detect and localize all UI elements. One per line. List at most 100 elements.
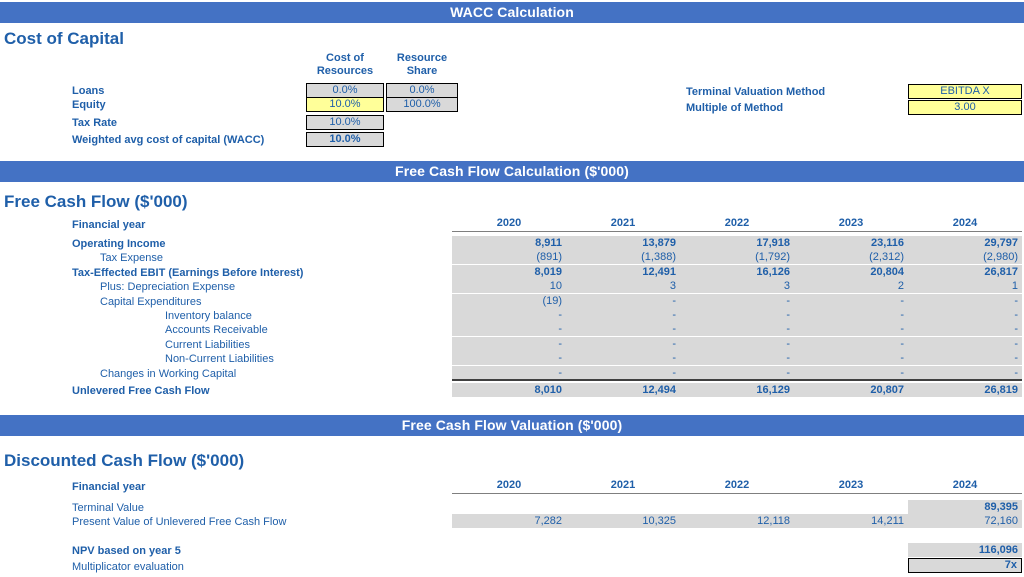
fcf-cell-r3-c2: 3 (680, 279, 794, 293)
input-multiple-of-method[interactable]: 3.00 (908, 100, 1022, 115)
fcf-row-label-tax-effected-ebit-earnings-before-interest: Tax-Effected EBIT (Earnings Before Inter… (72, 267, 304, 279)
column-header-cost-of-resources: Cost of Resources (306, 52, 384, 78)
fcf-row-label-operating-income: Operating Income (72, 238, 166, 250)
cell-equity-resource-share: 100.0% (386, 97, 458, 112)
cell-equity-cost-of-resources[interactable]: 10.0% (306, 97, 384, 112)
fcf-year-header-2020: 2020 (496, 217, 522, 229)
dcf-multiplicator-cell-c4: 7x (908, 558, 1022, 573)
column-header-resource-share-line2: Share (406, 65, 438, 77)
banner-free-cash-flow-calculation: Free Cash Flow Calculation ($'000) (0, 161, 1024, 182)
cost-of-capital-label-wacc: Weighted avg cost of capital (WACC) (72, 134, 265, 146)
fcf-cell-r5-c1: - (566, 308, 680, 322)
fcf-cell-r0-c4: 29,797 (908, 236, 1022, 250)
fcf-financial-year-label: Financial year (72, 219, 146, 231)
cost-of-capital-label-tax-rate: Tax Rate (72, 117, 118, 129)
fcf-cell-r0-c1: 13,879 (566, 236, 680, 250)
banner-wacc-calculation: WACC Calculation (0, 2, 1024, 23)
fcf-cell-r3-c1: 3 (566, 279, 680, 293)
fcf-row-label-current-liabilities: Current Liabilities (165, 339, 250, 351)
fcf-cell-r6-c0: - (452, 322, 566, 336)
dcf-pv-cell-c3: 14,211 (794, 514, 908, 528)
fcf-cell-r4-c4: - (908, 294, 1022, 308)
fcf-cell-r6-c1: - (566, 322, 680, 336)
fcf-cell-r7-c1: - (566, 337, 680, 351)
dcf-year-header-2021: 2021 (610, 479, 636, 491)
fcf-cell-r4-c2: - (680, 294, 794, 308)
fcf-row-label-non-current-liabilities: Non-Current Liabilities (165, 353, 274, 365)
fcf-cell-r8-c3: - (794, 351, 908, 365)
fcf-cell-r7-c3: - (794, 337, 908, 351)
column-header-resource-share: Resource Share (386, 52, 458, 78)
dcf-terminal-value-label: Terminal Value (72, 502, 144, 514)
fcf-cell-r7-c2: - (680, 337, 794, 351)
fcf-year-header-2021: 2021 (610, 217, 636, 229)
fcf-cell-r3-c0: 10 (452, 279, 566, 293)
dcf-terminal-value-cell-c4: 89,395 (908, 500, 1022, 514)
cell-tax-rate-cost-of-resources[interactable]: 10.0% (306, 115, 384, 130)
dcf-year-header-2022: 2022 (724, 479, 750, 491)
fcf-year-header-2022: 2022 (724, 217, 750, 229)
fcf-row-label-capital-expenditures: Capital Expenditures (100, 296, 202, 308)
fcf-cell-r0-c0: 8,911 (452, 236, 566, 250)
fcf-total-cell-c0: 8,010 (452, 383, 566, 397)
dcf-npv-label: NPV based on year 5 (72, 545, 181, 557)
cost-of-capital-label-loans: Loans (72, 85, 105, 97)
cell-loans-cost-of-resources[interactable]: 0.0% (306, 83, 384, 98)
fcf-cell-r7-c0: - (452, 337, 566, 351)
fcf-cell-r2-c0: 8,019 (452, 265, 566, 279)
fcf-cell-r5-c4: - (908, 308, 1022, 322)
banner-free-cash-flow-valuation: Free Cash Flow Valuation ($'000) (0, 415, 1024, 436)
dcf-year-header-2020: 2020 (496, 479, 522, 491)
dcf-pv-cell-c2: 12,118 (680, 514, 794, 528)
fcf-cell-r7-c4: - (908, 337, 1022, 351)
dcf-pv-label: Present Value of Unlevered Free Cash Flo… (72, 516, 287, 528)
dcf-pv-cell-c1: 10,325 (566, 514, 680, 528)
column-header-cost-of-resources-line1: Cost of (326, 52, 364, 64)
fcf-cell-r4-c1: - (566, 294, 680, 308)
fcf-cell-r8-c2: - (680, 351, 794, 365)
input-terminal-valuation-method[interactable]: EBITDA X (908, 84, 1022, 99)
fcf-total-cell-c4: 26,819 (908, 383, 1022, 397)
dcf-multiplicator-label: Multiplicator evaluation (72, 561, 184, 573)
fcf-total-rule (452, 379, 1022, 381)
fcf-cell-r9-c3: - (794, 366, 908, 380)
cost-of-capital-label-equity: Equity (72, 99, 106, 111)
fcf-year-header-2024: 2024 (952, 217, 978, 229)
fcf-cell-r6-c2: - (680, 322, 794, 336)
dcf-npv-cell-c4: 116,096 (908, 543, 1022, 557)
fcf-cell-r1-c1: (1,388) (566, 250, 680, 264)
fcf-total-cell-c2: 16,129 (680, 383, 794, 397)
column-header-resource-share-line1: Resource (396, 52, 448, 64)
dcf-financial-year-label: Financial year (72, 481, 146, 493)
fcf-cell-r4-c3: - (794, 294, 908, 308)
dcf-year-header-2023: 2023 (838, 479, 864, 491)
fcf-cell-r5-c3: - (794, 308, 908, 322)
fcf-cell-r2-c4: 26,817 (908, 265, 1022, 279)
dcf-pv-cell-c4: 72,160 (908, 514, 1022, 528)
fcf-cell-r5-c0: - (452, 308, 566, 322)
dcf-year-header-2024: 2024 (952, 479, 978, 491)
fcf-cell-r9-c1: - (566, 366, 680, 380)
fcf-cell-r8-c1: - (566, 351, 680, 365)
fcf-cell-r5-c2: - (680, 308, 794, 322)
fcf-total-cell-c3: 20,807 (794, 383, 908, 397)
fcf-cell-r2-c3: 20,804 (794, 265, 908, 279)
fcf-cell-r9-c2: - (680, 366, 794, 380)
fcf-cell-r4-c0: (19) (452, 294, 566, 308)
fcf-row-label-inventory-balance: Inventory balance (165, 310, 252, 322)
cell-wacc-value: 10.0% (306, 132, 384, 147)
section-title-cost-of-capital: Cost of Capital (4, 29, 124, 48)
fcf-total-cell-c1: 12,494 (566, 383, 680, 397)
cell-loans-resource-share[interactable]: 0.0% (386, 83, 458, 98)
fcf-cell-r8-c0: - (452, 351, 566, 365)
fcf-row-label-changes-in-working-capital: Changes in Working Capital (100, 368, 237, 380)
fcf-cell-r9-c0: - (452, 366, 566, 380)
fcf-cell-r1-c2: (1,792) (680, 250, 794, 264)
fcf-cell-r2-c2: 16,126 (680, 265, 794, 279)
fcf-header-rule (452, 231, 1022, 232)
fcf-cell-r0-c2: 17,918 (680, 236, 794, 250)
dcf-pv-cell-c0: 7,282 (452, 514, 566, 528)
fcf-row-label-plus-depreciation-expense: Plus: Depreciation Expense (100, 281, 236, 293)
section-title-discounted-cash-flow: Discounted Cash Flow ($'000) (4, 451, 245, 470)
section-title-free-cash-flow: Free Cash Flow ($'000) (4, 192, 188, 211)
